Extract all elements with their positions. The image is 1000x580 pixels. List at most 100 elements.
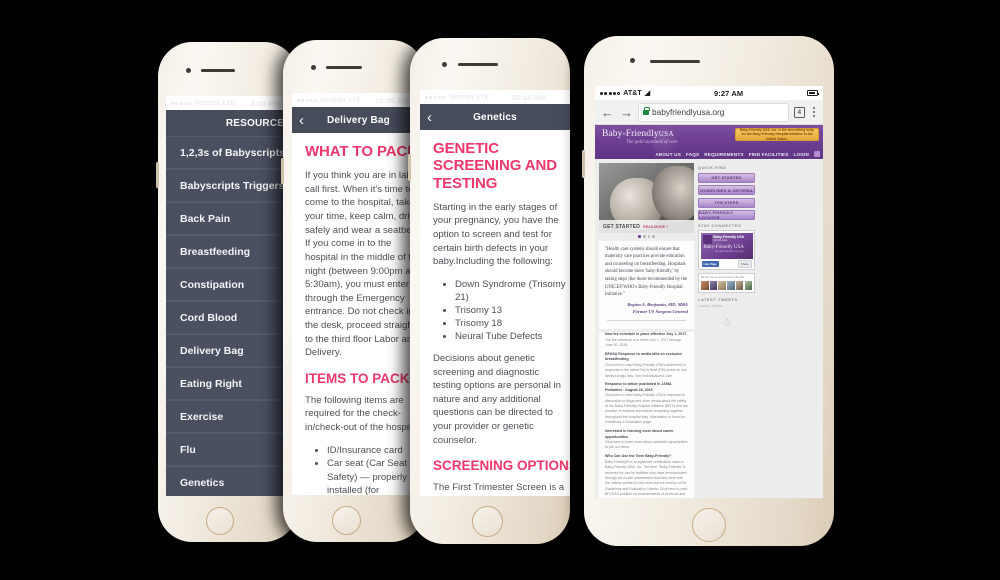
home-button[interactable]	[332, 506, 361, 535]
menu-item[interactable]: Back Pain	[166, 202, 298, 235]
carousel-dot[interactable]	[647, 235, 651, 238]
article-paragraph: Decisions about genetic screening and di…	[433, 353, 561, 446]
list-item: Neural Tube Defects	[455, 330, 570, 343]
article-body: WHAT TO PACK If you think you are in lab…	[292, 133, 425, 495]
carousel-dot[interactable]	[652, 235, 655, 238]
menu-item[interactable]: Eating Right	[166, 367, 298, 400]
site-header: Baby-FriendlyUSA The gold standard of ca…	[595, 125, 823, 159]
screenshot-canvas: Verizon LTE 4:01 PM RESOURCES 1,2,3s of …	[0, 0, 1000, 580]
phone-delivery-bag: Verizon LTE 10:05 AM ‹ Delivery Bag WHAT…	[281, 40, 425, 542]
sidebar-button-label: BABY-FRIENDLY LOCATOR	[699, 210, 734, 220]
menu-item[interactable]: 1,2,3s of Babyscripts	[166, 136, 298, 169]
menu-item[interactable]: Breastfeeding	[166, 235, 298, 268]
menu-item-label: Flu	[180, 443, 196, 456]
friend-thumb	[718, 280, 726, 290]
hero-mother-photo	[652, 165, 694, 222]
sidebar-button-get-started[interactable]: GET STARTED	[698, 172, 755, 183]
menu-item-label: Breastfeeding	[180, 245, 251, 258]
quote-role: Former US Surgeon General	[632, 308, 688, 314]
carousel-dot[interactable]	[638, 235, 641, 238]
accreditation-badge-text: Baby-Friendly USA, Inc. is the accrediti…	[739, 128, 815, 141]
front-camera-icon	[311, 65, 316, 70]
home-button[interactable]	[472, 506, 503, 537]
logo-text: Baby-Friendly	[602, 129, 659, 139]
hero-cta[interactable]: GET STARTED READ MORE »	[599, 220, 694, 233]
tab-count-button[interactable]: 4	[793, 106, 805, 118]
facebook-share-button[interactable]: Share	[738, 260, 752, 268]
carrier-label: Verizon	[194, 99, 220, 107]
friend-thumb	[735, 280, 744, 290]
status-time: 10:14 AM	[511, 92, 546, 102]
menu-item-label: Babyscripts Triggers	[180, 179, 285, 192]
search-icon[interactable]	[814, 151, 820, 157]
article-heading: GENETIC SCREENING AND TESTING	[433, 140, 557, 192]
sidebar-button-ten-steps[interactable]: TEN STEPS	[698, 197, 755, 208]
address-bar[interactable]: babyfriendlyusa.org	[639, 103, 788, 121]
nav-link-faqs[interactable]: FAQS	[686, 152, 699, 157]
url-text: babyfriendlyusa.org	[652, 107, 725, 117]
hero-image: GET STARTED READ MORE »	[599, 163, 694, 233]
menu-item[interactable]: Cord Blood	[166, 301, 298, 334]
article-heading: WHAT TO PACK	[305, 143, 418, 160]
menu-item[interactable]: Babyscripts Triggers	[166, 169, 298, 202]
friend-thumb	[744, 280, 753, 290]
stay-connected-label: STAY CONNECTED	[698, 222, 742, 228]
menu-item[interactable]: Exercise	[166, 400, 298, 433]
facebook-like-button[interactable]: Like Page	[701, 261, 719, 267]
sidebar-button-guidelines[interactable]: GUIDELINES & CRITERIA	[698, 185, 755, 195]
hero-cta-more: READ MORE »	[643, 224, 669, 229]
news-body: Click here to learn more about available…	[605, 440, 688, 450]
nav-link-requirements[interactable]: REQUIREMENTS	[704, 152, 743, 157]
list-item: Trisomy 18	[455, 317, 570, 330]
side-button	[408, 154, 411, 181]
list-item: Down Syndrome (Trisomy 21)	[455, 278, 570, 304]
news-body: Click here to read Baby-Friendly USA's s…	[605, 362, 687, 378]
phone-screen: AT&T ◢ 9:27 AM ← → babyfriendlyusa.org 4	[595, 86, 823, 498]
article-paragraph: The First Trimester Screen is a simple b…	[433, 482, 565, 496]
facebook-friends-text: Be the first of your friends to like thi…	[701, 276, 746, 280]
facebook-page-widget[interactable]: Baby-Friendly USA 12,641 likes Baby-Frie…	[698, 230, 755, 271]
earpiece-speaker	[201, 69, 235, 72]
quote-author: Regina A. Benjamin, MD, MBA	[627, 301, 688, 307]
friend-thumb	[701, 280, 709, 290]
accreditation-badge: Baby-Friendly USA, Inc. is the accrediti…	[735, 128, 819, 141]
sidebar-button-locator[interactable]: BABY-FRIENDLY LOCATOR	[698, 210, 755, 220]
home-button[interactable]	[206, 507, 234, 535]
facebook-avatar	[702, 234, 712, 244]
side-button	[156, 162, 159, 188]
signal-dots-icon	[425, 95, 446, 99]
phone-screen: Verizon LTE 4:01 PM RESOURCES 1,2,3s of …	[166, 96, 298, 496]
menu-item[interactable]: Constipation	[166, 268, 298, 301]
status-time: 9:27 AM	[714, 88, 744, 98]
conditions-list: Down Syndrome (Trisomy 21) Trisomy 13 Tr…	[433, 278, 570, 343]
menu-item[interactable]: Delivery Bag	[166, 334, 298, 367]
page-title: Delivery Bag	[327, 114, 390, 126]
site-main-column: GET STARTED READ MORE » "Health care sys…	[599, 163, 694, 498]
kebab-menu-icon[interactable]	[811, 107, 817, 117]
carrier-label: AT&T	[623, 89, 642, 97]
twitter-bird-icon: ☃	[721, 317, 732, 330]
quote-text: "Health care systems should ensure that …	[605, 246, 688, 298]
carousel-dot[interactable]	[642, 235, 646, 238]
sidebar-button-label: GET STARTED	[711, 175, 742, 180]
front-camera-icon	[442, 62, 447, 67]
nav-link-about-us[interactable]: ABOUT US	[655, 152, 681, 157]
phone-browser: AT&T ◢ 9:27 AM ← → babyfriendlyusa.org 4	[582, 36, 834, 546]
menu-item[interactable]: Flu	[166, 433, 298, 466]
nav-link-login[interactable]: LOGIN	[793, 152, 809, 157]
network-type-label: LTE	[476, 93, 489, 101]
menu-item-label: 1,2,3s of Babyscripts	[180, 146, 286, 159]
phone-genetics: Verizon LTE 10:14 AM ‹ Genetics GENETIC …	[408, 38, 570, 544]
home-button[interactable]	[692, 508, 726, 542]
sidebar-button-label: TEN STEPS	[714, 200, 739, 205]
forward-arrow-icon[interactable]: →	[620, 106, 633, 119]
menu-item-label: Genetics	[180, 476, 225, 489]
page-title: RESOURCES	[225, 117, 291, 129]
earpiece-speaker	[326, 66, 362, 69]
carousel-dots[interactable]	[599, 233, 694, 240]
nav-link-find-facilities[interactable]: FIND FACILITIES	[749, 152, 789, 157]
article-paragraph: The following items are required for the…	[305, 394, 422, 433]
back-arrow-icon[interactable]: ←	[601, 106, 614, 119]
menu-item[interactable]: Genetics	[166, 466, 298, 496]
article-paragraph: Starting in the early stages of your pre…	[433, 201, 559, 268]
